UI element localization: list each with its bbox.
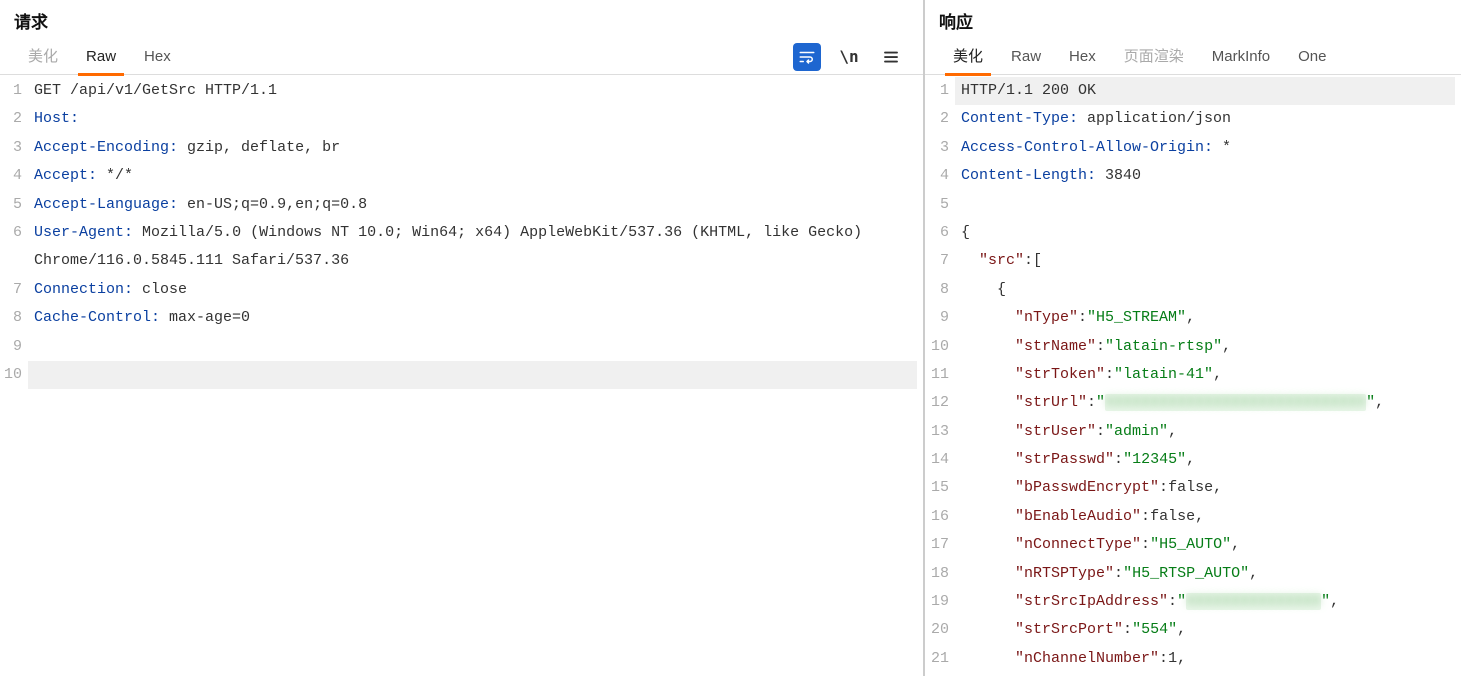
response-tabs: 美化 Raw Hex 页面渲染 MarkInfo One xyxy=(925,39,1461,75)
tab-hex[interactable]: Hex xyxy=(130,39,185,75)
line-number: 5 xyxy=(4,191,22,219)
line-number: 6 xyxy=(929,219,949,247)
code-line: HTTP/1.1 200 OK xyxy=(955,77,1455,105)
line-number: 14 xyxy=(929,446,949,474)
line-number: 9 xyxy=(929,304,949,332)
request-tabs: 美化 Raw Hex \n xyxy=(0,39,923,75)
line-number xyxy=(4,247,22,275)
line-number: 3 xyxy=(929,134,949,162)
code-line: { xyxy=(961,276,1455,304)
code-line: "nType":"H5_STREAM", xyxy=(961,304,1455,332)
line-number: 20 xyxy=(929,616,949,644)
tab-beautify[interactable]: 美化 xyxy=(939,39,997,75)
tab-render[interactable]: 页面渲染 xyxy=(1110,39,1198,75)
response-title: 响应 xyxy=(925,0,1461,39)
code-line: Host: xyxy=(34,105,917,133)
line-number: 1 xyxy=(929,77,949,105)
code-line: "strName":"latain-rtsp", xyxy=(961,333,1455,361)
code-line: "strPasswd":"12345", xyxy=(961,446,1455,474)
line-number: 10 xyxy=(929,333,949,361)
code-line xyxy=(28,361,917,389)
line-number: 7 xyxy=(4,276,22,304)
line-number: 21 xyxy=(929,645,949,673)
code-line: "nRTSPType":"H5_RTSP_AUTO", xyxy=(961,560,1455,588)
code-line: "strSrcIpAddress":"XXXXXXXXXXXXXXX", xyxy=(961,588,1455,616)
line-number: 12 xyxy=(929,389,949,417)
newline-icon[interactable]: \n xyxy=(835,43,863,71)
hamburger-icon[interactable] xyxy=(877,43,905,71)
code-line: Chrome/116.0.5845.111 Safari/537.36 xyxy=(34,247,917,275)
code-line: Cache-Control: max-age=0 xyxy=(34,304,917,332)
line-number: 11 xyxy=(929,361,949,389)
code-line: "strUrl":"XXXXXXXXXXXXXXXXXXXXXXXXXXXXX"… xyxy=(961,389,1455,417)
word-wrap-icon[interactable] xyxy=(793,43,821,71)
code-line: "nChannelNumber":1, xyxy=(961,645,1455,673)
code-line: Content-Type: application/json xyxy=(961,105,1455,133)
response-code[interactable]: 123456789101112131415161718192021 HTTP/1… xyxy=(925,75,1461,676)
request-panel: 请求 美化 Raw Hex \n 123456 78910 GET /api/v1… xyxy=(0,0,925,676)
tab-raw[interactable]: Raw xyxy=(72,39,130,75)
code-line: Accept-Encoding: gzip, deflate, br xyxy=(34,134,917,162)
code-line: "bPasswdEncrypt":false, xyxy=(961,474,1455,502)
code-line: User-Agent: Mozilla/5.0 (Windows NT 10.0… xyxy=(34,219,917,247)
line-number: 8 xyxy=(929,276,949,304)
line-number: 2 xyxy=(4,105,22,133)
line-number: 1 xyxy=(4,77,22,105)
tab-beautify[interactable]: 美化 xyxy=(14,39,72,75)
code-line: Connection: close xyxy=(34,276,917,304)
line-number: 19 xyxy=(929,588,949,616)
code-line: Access-Control-Allow-Origin: * xyxy=(961,134,1455,162)
code-line: "strUser":"admin", xyxy=(961,418,1455,446)
line-number: 16 xyxy=(929,503,949,531)
code-line: "strToken":"latain-41", xyxy=(961,361,1455,389)
request-code[interactable]: 123456 78910 GET /api/v1/GetSrc HTTP/1.1H… xyxy=(0,75,923,676)
line-number: 15 xyxy=(929,474,949,502)
tab-one[interactable]: One xyxy=(1284,39,1340,75)
code-line: "strSrcPort":"554", xyxy=(961,616,1455,644)
line-number: 6 xyxy=(4,219,22,247)
code-line xyxy=(34,333,917,361)
tab-hex[interactable]: Hex xyxy=(1055,39,1110,75)
line-number: 8 xyxy=(4,304,22,332)
line-number: 7 xyxy=(929,247,949,275)
line-number: 9 xyxy=(4,333,22,361)
line-number: 17 xyxy=(929,531,949,559)
line-number: 4 xyxy=(4,162,22,190)
line-number: 3 xyxy=(4,134,22,162)
line-number: 5 xyxy=(929,191,949,219)
code-line xyxy=(961,191,1455,219)
code-line: Accept-Language: en-US;q=0.9,en;q=0.8 xyxy=(34,191,917,219)
code-line: "bEnableAudio":false, xyxy=(961,503,1455,531)
code-line: "src":[ xyxy=(961,247,1455,275)
line-number: 13 xyxy=(929,418,949,446)
request-toolbar: \n xyxy=(793,43,909,71)
tab-markinfo[interactable]: MarkInfo xyxy=(1198,39,1284,75)
code-line: { xyxy=(961,219,1455,247)
line-number: 18 xyxy=(929,560,949,588)
line-number: 2 xyxy=(929,105,949,133)
code-line: Accept: */* xyxy=(34,162,917,190)
code-line: "nConnectType":"H5_AUTO", xyxy=(961,531,1455,559)
line-number: 10 xyxy=(4,361,22,389)
request-title: 请求 xyxy=(0,0,923,39)
response-panel: 响应 美化 Raw Hex 页面渲染 MarkInfo One 12345678… xyxy=(925,0,1461,676)
line-number: 4 xyxy=(929,162,949,190)
tab-raw[interactable]: Raw xyxy=(997,39,1055,75)
code-line: GET /api/v1/GetSrc HTTP/1.1 xyxy=(34,77,917,105)
code-line: Content-Length: 3840 xyxy=(961,162,1455,190)
